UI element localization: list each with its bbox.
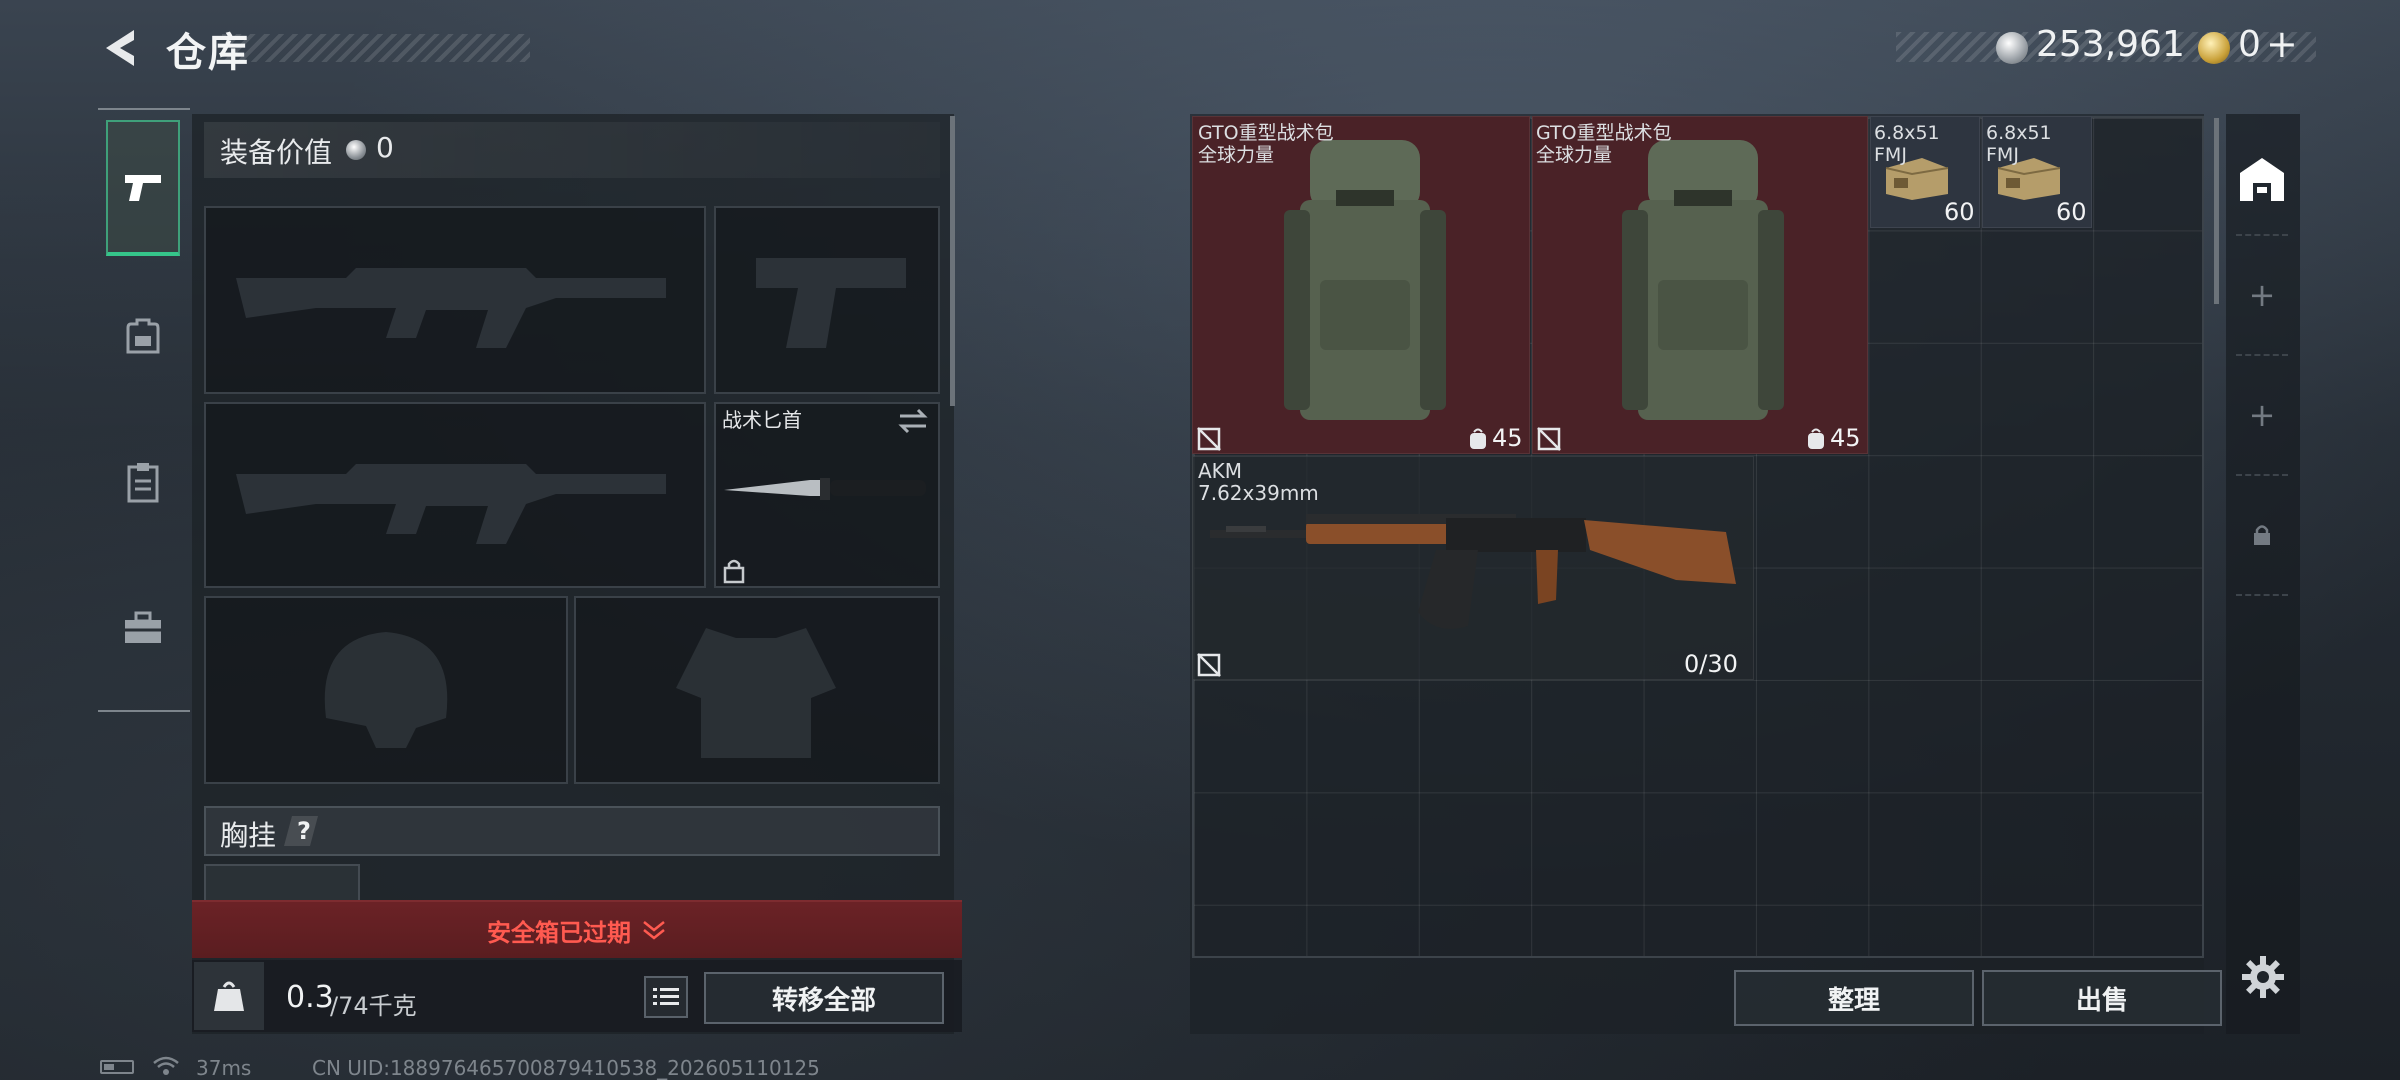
warehouse-icon: [2240, 158, 2284, 201]
item-name: 6.8x51: [1986, 122, 2052, 144]
item-name: AKM: [1198, 459, 1243, 483]
equipment-value: 0: [376, 131, 394, 164]
wifi-icon: [153, 1056, 179, 1075]
item-count: 60: [1944, 198, 1975, 226]
item-subtitle: FMJ: [1986, 144, 2019, 166]
vest-silhouette-icon: [676, 628, 836, 758]
lock-icon: [2254, 525, 2270, 545]
gear-icon[interactable]: [2240, 954, 2286, 1000]
chest-rig-slot[interactable]: [204, 864, 360, 904]
pistol-silhouette-icon: [756, 258, 906, 348]
side-divider: [2236, 354, 2288, 356]
sort-button[interactable]: 整理: [1734, 970, 1974, 1026]
secondary-weapon-slot[interactable]: [204, 402, 706, 588]
stash-scrollbar[interactable]: [2214, 118, 2219, 304]
lock-icon: [723, 559, 745, 584]
pistol-icon: [125, 175, 161, 201]
battery-level: [104, 1064, 114, 1070]
rifle-silhouette-icon: [236, 268, 666, 348]
backpack-image: [1622, 140, 1784, 420]
silver-coin-icon: [346, 140, 366, 160]
uninsured-icon: [1537, 427, 1561, 451]
sell-button[interactable]: 出售: [1982, 970, 2222, 1026]
safe-case-expired-banner[interactable]: 安全箱已过期: [192, 900, 962, 958]
list-icon: [653, 988, 679, 1005]
user-uid: CN UID:1889764657008794105​38_2026051101…: [312, 1056, 820, 1080]
help-icon[interactable]: ?: [284, 814, 324, 848]
item-count: 60: [2056, 198, 2087, 226]
list-view-button[interactable]: [644, 976, 688, 1018]
weight-max: /74千克: [330, 992, 417, 1020]
safe-case-expired-text: 安全箱已过期: [487, 918, 631, 947]
tab-safe-case[interactable]: [106, 560, 180, 696]
capacity-icon: [1808, 428, 1824, 449]
body-armor-slot[interactable]: [574, 596, 940, 784]
item-name: GTO重型战术包: [1198, 122, 1334, 144]
locked-stash-page[interactable]: [2226, 480, 2298, 590]
transfer-all-button[interactable]: 转移全部: [704, 972, 944, 1024]
double-chevron-down-icon: [643, 921, 665, 940]
akm-rifle-image: [1210, 514, 1736, 629]
tactical-knife-image: [724, 478, 926, 500]
weight-current: 0.3: [286, 980, 334, 1015]
chest-rig-label: 胸挂: [220, 819, 277, 852]
item-capacity: 45: [1492, 424, 1523, 452]
swap-arrows-icon[interactable]: [896, 406, 930, 436]
title-decoration: [222, 34, 530, 62]
backpack-image: [1284, 140, 1446, 420]
side-divider: [2236, 234, 2288, 236]
rifle-silhouette-icon: [236, 464, 666, 544]
sidearm-slot[interactable]: [714, 206, 940, 394]
equipment-scrollbar[interactable]: [950, 116, 955, 406]
melee-weapon-name: 战术匕首: [722, 408, 802, 432]
item-caliber: 7.62x39mm: [1198, 481, 1319, 505]
backpack-icon: [126, 318, 160, 354]
add-stash-page-button[interactable]: +: [2226, 360, 2298, 470]
helmet-silhouette-icon: [324, 632, 448, 748]
helmet-slot[interactable]: [204, 596, 568, 784]
item-capacity: 45: [1830, 424, 1861, 452]
uninsured-icon: [1197, 427, 1221, 451]
equipment-value-label: 装备价值: [220, 136, 333, 169]
capacity-icon: [1470, 428, 1486, 449]
side-divider: [2236, 594, 2288, 596]
tab-chest-rig[interactable]: [106, 414, 180, 550]
network-ping: 37ms: [196, 1056, 252, 1080]
help-symbol: ?: [297, 817, 311, 845]
clipboard-vest-icon: [127, 463, 159, 503]
stash-page-main[interactable]: [2226, 124, 2298, 234]
silver-coin-icon: [1996, 32, 2028, 64]
back-arrow-icon[interactable]: [100, 26, 140, 70]
silver-currency-amount: 253,961: [2036, 24, 2185, 65]
gold-coin-icon: [2198, 32, 2230, 64]
primary-weapon-slot[interactable]: [204, 206, 706, 394]
item-subtitle: 全球力量: [1198, 144, 1275, 166]
toolbox-icon: [125, 611, 161, 643]
gold-currency-amount: 0: [2238, 24, 2261, 65]
uninsured-icon: [1197, 653, 1221, 677]
weight-icon-box: [194, 962, 264, 1030]
page-title: 仓库: [166, 30, 250, 76]
gold-topup-button[interactable]: +: [2266, 22, 2298, 66]
side-divider: [2236, 474, 2288, 476]
add-stash-page-button[interactable]: +: [2226, 240, 2298, 350]
item-name: GTO重型战术包: [1536, 122, 1672, 144]
weight-kg-icon: [214, 981, 244, 1011]
tab-weapons[interactable]: [106, 120, 180, 256]
item-name: 6.8x51: [1874, 122, 1940, 144]
item-subtitle: 全球力量: [1536, 144, 1613, 166]
tab-backpack[interactable]: [106, 268, 180, 404]
magazine-ammo-count: 0/30: [1684, 650, 1738, 678]
item-subtitle: FMJ: [1874, 144, 1907, 166]
